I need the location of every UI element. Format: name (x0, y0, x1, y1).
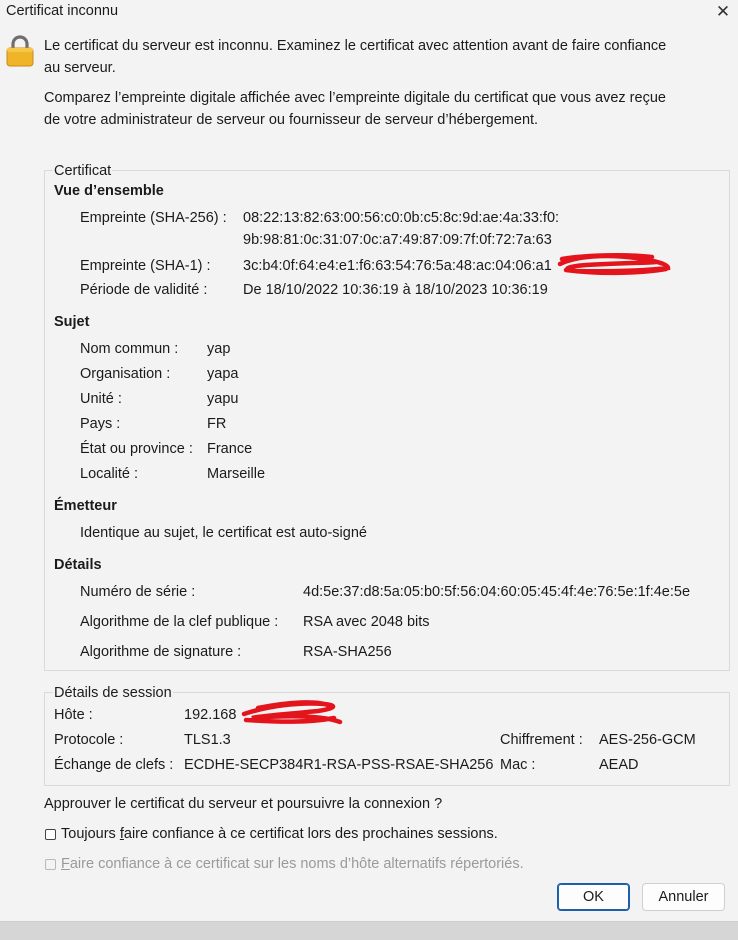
signature-value: RSA-SHA256 (303, 644, 392, 660)
always-trust-label[interactable]: Toujours faire confiance à ce certificat… (61, 826, 498, 842)
approve-question: Approuver le certificat du serveur et po… (44, 796, 443, 812)
warning-text: Le certificat du serveur est inconnu. Ex… (44, 38, 667, 76)
serial-label: Numéro de série : (80, 584, 196, 600)
host-value: 192.168 (184, 707, 237, 723)
subject-value: FR (207, 416, 227, 432)
ok-button[interactable]: OK (557, 883, 630, 911)
certificate-dialog: Certificat inconnu ✕ Le certificat du se… (0, 0, 738, 922)
pubkey-value: RSA avec 2048 bits (303, 614, 430, 630)
cipher-label: Chiffrement : (500, 732, 583, 748)
subject-label: Localité : (80, 466, 139, 482)
protocol-value: TLS1.3 (184, 732, 231, 748)
subject-heading: Sujet (54, 314, 90, 330)
compare-text: Comparez l’empreinte digitale affichée a… (44, 90, 666, 128)
subject-value: yap (207, 341, 231, 357)
host-label: Hôte : (54, 707, 93, 723)
mac-label: Mac : (500, 757, 536, 773)
key-exchange-value: ECDHE-SECP384R1-RSA-PSS-RSAE-SHA256 (184, 757, 494, 773)
alt-hostnames-label-rest: aire confiance à ce certificat sur les n… (69, 856, 524, 872)
issuer-heading: Émetteur (54, 498, 117, 514)
subject-value: France (207, 441, 253, 457)
always-trust-checkbox[interactable] (45, 829, 56, 840)
sha1-label: Empreinte (SHA-1) : (80, 258, 211, 274)
signature-label: Algorithme de signature : (80, 644, 242, 660)
subject-label: Organisation : (80, 366, 171, 382)
mac-value: AEAD (599, 757, 639, 773)
certificate-legend: Certificat (53, 162, 113, 180)
serial-value: 4d:5e:37:d8:5a:05:b0:5f:56:04:60:05:45:4… (303, 584, 691, 600)
subject-value: Marseille (207, 466, 266, 482)
subject-label: État ou province : (80, 441, 193, 457)
subject-label: Pays : (80, 416, 121, 432)
validity-value: De 18/10/2022 10:36:19 à 18/10/2023 10:3… (243, 282, 548, 298)
always-trust-label-prefix: Toujours (61, 826, 120, 842)
sha256-value-line1: 08:22:13:82:63:00:56:c0:0b:c5:8c:9d:ae:4… (243, 210, 560, 226)
sha256-label: Empreinte (SHA-256) : (80, 210, 227, 226)
alt-hostnames-checkbox[interactable] (45, 859, 56, 870)
key-exchange-label: Échange de clefs : (54, 757, 174, 773)
cancel-button[interactable]: Annuler (642, 883, 725, 911)
sha256-value-line2: 9b:98:81:0c:31:07:0c:a7:49:87:09:7f:0f:7… (243, 232, 552, 248)
details-heading: Détails (54, 557, 102, 573)
validity-label: Période de validité : (80, 282, 208, 298)
protocol-label: Protocole : (54, 732, 124, 748)
overview-heading: Vue d’ensemble (54, 183, 164, 199)
close-icon[interactable]: ✕ (712, 1, 734, 23)
subject-value: yapu (207, 391, 239, 407)
alt-hostnames-accelerator: F (61, 856, 70, 872)
alt-hostnames-label[interactable]: Faire confiance à ce certificat sur les … (61, 856, 524, 872)
issuer-text: Identique au sujet, le certificat est au… (80, 525, 367, 541)
lock-icon (6, 35, 34, 67)
subject-value: yapa (207, 366, 239, 382)
window-title: Certificat inconnu (6, 3, 119, 19)
session-legend: Détails de session (53, 684, 173, 702)
sha1-value: 3c:b4:0f:64:e4:e1:f6:63:54:76:5a:48:ac:0… (243, 258, 552, 274)
cipher-value: AES-256-GCM (599, 732, 696, 748)
subject-label: Unité : (80, 391, 122, 407)
pubkey-label: Algorithme de la clef publique : (80, 614, 279, 630)
subject-label: Nom commun : (80, 341, 179, 357)
always-trust-label-rest: aire confiance à ce certificat lors des … (123, 826, 498, 842)
